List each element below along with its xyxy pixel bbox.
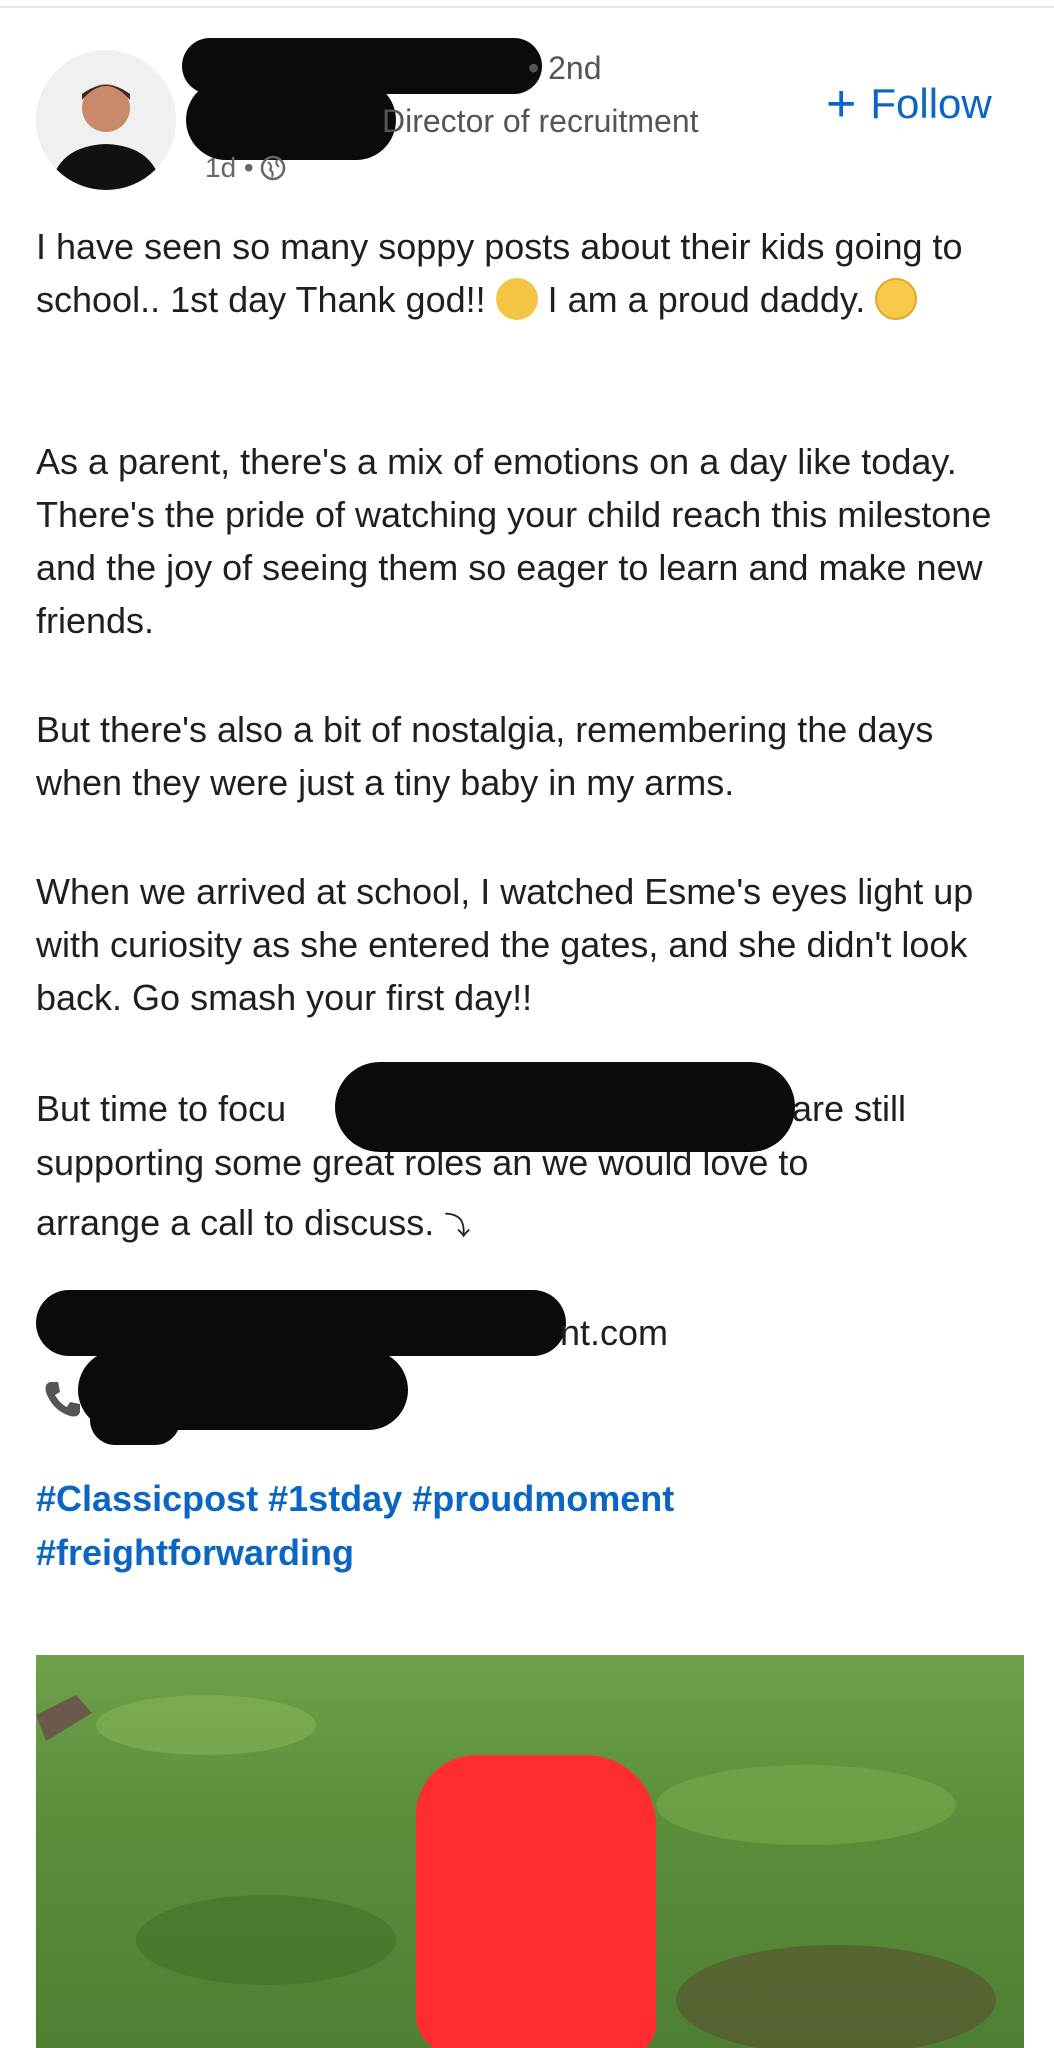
author-avatar[interactable]: [36, 50, 176, 190]
globe-icon: [260, 155, 285, 181]
redacted-contact-phone-2: [90, 1395, 180, 1445]
post-image[interactable]: [36, 1655, 1024, 2048]
dirt-patch: [676, 1945, 996, 2048]
redacted-child-face: [416, 1755, 656, 2048]
hashtag-classicpost[interactable]: #Classicpost: [36, 1478, 258, 1519]
redacted-contact-email: [36, 1290, 566, 1356]
post-paragraph-3: But there's also a bit of nostalgia, rem…: [36, 709, 934, 803]
curved-arrow-icon: ⤵: [444, 1211, 471, 1241]
cta-start: But time to focu: [36, 1088, 287, 1129]
top-divider: [0, 6, 1054, 8]
grass-texture-2: [656, 1765, 956, 1845]
hashtag-freightforwarding[interactable]: #freightforwarding: [36, 1532, 354, 1573]
post-paragraph-4: When we arrived at school, I watched Esm…: [36, 871, 974, 1018]
cta-line-3: arrange a call to discuss.: [36, 1202, 435, 1243]
post-paragraph-1: I have seen so many soppy posts about th…: [36, 220, 1026, 326]
connection-degree: • 2nd: [528, 50, 602, 86]
redacted-company-text: [335, 1062, 795, 1152]
avatar-photo: [36, 50, 176, 190]
follow-button[interactable]: + Follow: [826, 78, 992, 130]
waving-hand-emoji: [495, 278, 538, 320]
crying-face-emoji: [875, 278, 918, 320]
cta-end-wrap: are still: [792, 1082, 1012, 1135]
paragraph-1-text-b: I am a proud: [547, 279, 750, 320]
follow-label: Follow: [870, 80, 992, 127]
paragraph-1-text-c: daddy.: [759, 279, 866, 320]
hashtag-proudmoment[interactable]: #proudmoment: [412, 1478, 674, 1519]
grass-texture-3: [136, 1895, 396, 1985]
cta-line-3-wrap: arrange a call to discuss. ⤵: [36, 1196, 1026, 1253]
post-paragraph-2: As a parent, there's a mix of emotions o…: [36, 441, 992, 641]
redacted-author-name-2: [186, 80, 396, 160]
contact-email-suffix[interactable]: nt.com: [560, 1312, 668, 1354]
hashtag-list: #Classicpost #1stday #proudmoment #freig…: [36, 1472, 1026, 1580]
plus-icon: +: [826, 75, 857, 133]
post-time: 1d •: [205, 152, 286, 184]
post-time-text: 1d •: [205, 152, 254, 183]
hashtag-1stday[interactable]: #1stday: [268, 1478, 402, 1519]
cta-end: are still: [792, 1088, 907, 1129]
shoe-object: [36, 1695, 92, 1741]
author-headline: Director of recruitment: [382, 103, 699, 139]
